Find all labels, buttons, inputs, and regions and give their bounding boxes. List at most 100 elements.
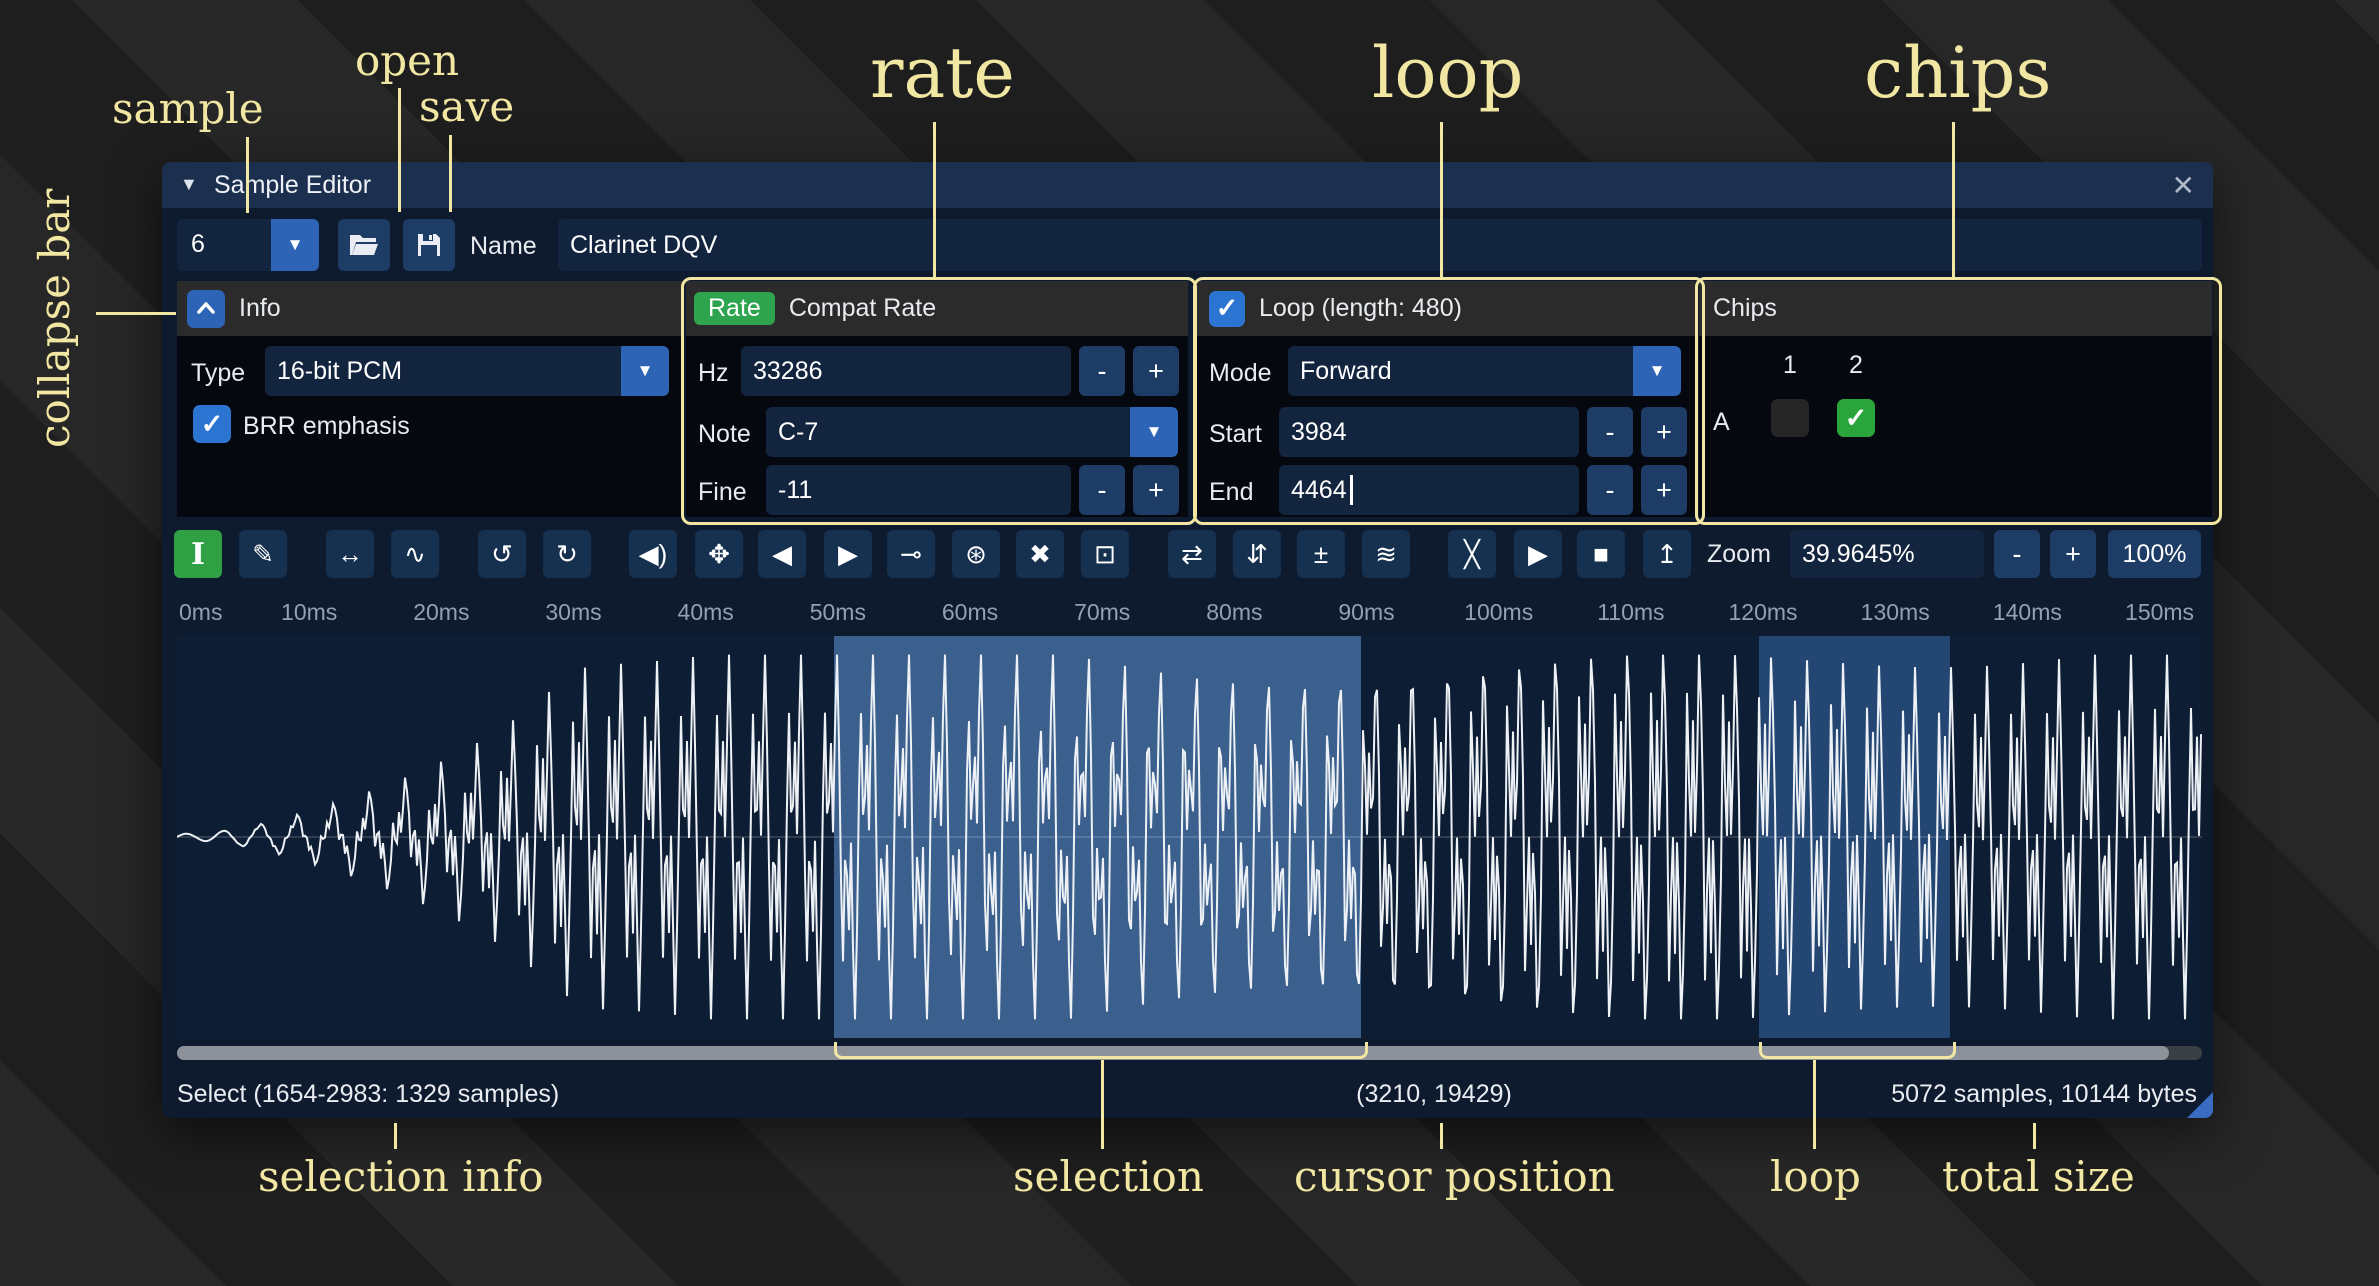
fine-decrement-button[interactable]: - bbox=[1079, 465, 1125, 515]
brr-emphasis-checkbox[interactable]: ✓ bbox=[193, 405, 231, 443]
loop-start-input[interactable]: 3984 bbox=[1279, 407, 1579, 457]
loop-end-increment-button[interactable]: + bbox=[1641, 465, 1687, 515]
time-label: 70ms bbox=[1074, 599, 1130, 626]
sample-name-input[interactable]: Clarinet DQV bbox=[558, 219, 2202, 271]
resize-icon[interactable]: ↔ bbox=[326, 530, 374, 578]
window-collapse-icon[interactable]: ▼ bbox=[180, 174, 198, 195]
trim-icon[interactable]: ⊡ bbox=[1081, 530, 1129, 578]
selection-info-text: Select (1654-2983: 1329 samples) bbox=[177, 1080, 559, 1109]
info-header-label: Info bbox=[239, 294, 281, 323]
fine-input[interactable]: -11 bbox=[766, 465, 1071, 515]
info-header-bar: Info bbox=[177, 281, 683, 336]
sample-type-select[interactable]: 16-bit PCM ▼ bbox=[265, 346, 669, 396]
make-wavetable-icon[interactable]: ↥ bbox=[1643, 530, 1691, 578]
undo-icon[interactable]: ↺ bbox=[478, 530, 526, 578]
time-label: 130ms bbox=[1861, 599, 1930, 626]
rate-panel: Rate Compat Rate Hz 33286 - + Note C-7 ▼… bbox=[686, 281, 1188, 517]
edit-select-icon[interactable]: I bbox=[174, 530, 222, 578]
loop-mode-select[interactable]: Forward ▼ bbox=[1288, 346, 1681, 396]
resize-grip[interactable] bbox=[2187, 1092, 2213, 1118]
edit-draw-icon[interactable]: ✎ bbox=[239, 530, 287, 578]
collapse-section-button[interactable] bbox=[187, 290, 225, 328]
loop-start-decrement-button[interactable]: - bbox=[1587, 407, 1633, 457]
zoom-reset-button[interactable]: 100% bbox=[2108, 530, 2201, 578]
stop-preview-icon[interactable]: ■ bbox=[1577, 530, 1625, 578]
waveform-display[interactable] bbox=[177, 636, 2202, 1038]
type-label: Type bbox=[191, 359, 245, 388]
time-label: 40ms bbox=[678, 599, 734, 626]
total-size-text: 5072 samples, 10144 bytes bbox=[1891, 1080, 2197, 1109]
delete-icon[interactable]: ✖ bbox=[1016, 530, 1064, 578]
type-value: 16-bit PCM bbox=[277, 357, 402, 386]
fine-value: -11 bbox=[778, 476, 812, 505]
statusbar: Select (1654-2983: 1329 samples) (3210, … bbox=[162, 1067, 2213, 1118]
toolbar: Zoom 39.9645% - + 100% I✎↔∿↺↻◀)✥◀▶⊸⊛✖⊡⇄⇵… bbox=[162, 530, 2213, 578]
chips-panel: Chips 1 2 A ✓ bbox=[1699, 281, 2212, 517]
note-select[interactable]: C-7 ▼ bbox=[766, 407, 1178, 457]
dropdown-arrow-icon[interactable]: ▼ bbox=[271, 219, 319, 271]
info-panel: Info Type 16-bit PCM ▼ ✓ BRR emphasis bbox=[177, 281, 683, 517]
fine-increment-button[interactable]: + bbox=[1133, 465, 1179, 515]
time-label: 10ms bbox=[281, 599, 337, 626]
fade-out-icon[interactable]: ▶ bbox=[824, 530, 872, 578]
chip-1-checkbox[interactable] bbox=[1771, 399, 1809, 437]
sign-invert-icon[interactable]: ± bbox=[1297, 530, 1345, 578]
save-button[interactable] bbox=[403, 219, 455, 271]
sample-number-select[interactable]: 6 ▼ bbox=[177, 219, 319, 271]
window-title: Sample Editor bbox=[214, 171, 371, 200]
redo-icon[interactable]: ↻ bbox=[543, 530, 591, 578]
zoom-input[interactable]: 39.9645% bbox=[1790, 530, 1984, 578]
annotation-line-total-size bbox=[2033, 1123, 2036, 1149]
hz-decrement-button[interactable]: - bbox=[1079, 346, 1125, 396]
loop-end-input[interactable]: 4464 bbox=[1279, 465, 1579, 515]
time-label: 90ms bbox=[1338, 599, 1394, 626]
dropdown-arrow-icon[interactable]: ▼ bbox=[1633, 346, 1681, 396]
insert-silence-icon[interactable]: ⊸ bbox=[887, 530, 935, 578]
annotation-chips: chips bbox=[1864, 32, 2051, 114]
time-label: 50ms bbox=[810, 599, 866, 626]
sample-number-value: 6 bbox=[191, 230, 205, 259]
annotation-line-selection-info bbox=[394, 1123, 397, 1149]
rate-header-label: Compat Rate bbox=[789, 294, 936, 323]
fade-in-icon[interactable]: ◀ bbox=[758, 530, 806, 578]
filter-icon[interactable]: ≋ bbox=[1362, 530, 1410, 578]
chips-header-bar: Chips bbox=[1699, 281, 2212, 336]
time-label: 150ms bbox=[2125, 599, 2194, 626]
apply-silence-icon[interactable]: ⊛ bbox=[952, 530, 1000, 578]
zoom-in-button[interactable]: + bbox=[2050, 530, 2096, 578]
zoom-out-button[interactable]: - bbox=[1994, 530, 2040, 578]
scrollbar-handle[interactable] bbox=[177, 1046, 2169, 1060]
hz-increment-button[interactable]: + bbox=[1133, 346, 1179, 396]
invert-icon[interactable]: ⇵ bbox=[1233, 530, 1281, 578]
hz-input[interactable]: 33286 bbox=[741, 346, 1071, 396]
save-floppy-icon bbox=[415, 231, 443, 259]
annotation-selection: selection bbox=[1013, 1152, 1204, 1201]
dropdown-arrow-icon[interactable]: ▼ bbox=[1130, 407, 1178, 457]
resample-icon[interactable]: ∿ bbox=[391, 530, 439, 578]
loop-mode-value: Forward bbox=[1300, 357, 1392, 386]
rate-badge[interactable]: Rate bbox=[694, 292, 775, 325]
time-label: 110ms bbox=[1597, 599, 1664, 626]
preview-icon[interactable]: ▶ bbox=[1514, 530, 1562, 578]
loop-end-decrement-button[interactable]: - bbox=[1587, 465, 1633, 515]
loop-header-bar: ✓ Loop (length: 480) bbox=[1197, 281, 1695, 336]
chips-header-label: Chips bbox=[1713, 294, 1777, 323]
name-label: Name bbox=[470, 232, 537, 261]
close-icon[interactable]: ✕ bbox=[2172, 169, 2195, 202]
annotation-selection-info: selection info bbox=[258, 1152, 544, 1201]
loop-start-increment-button[interactable]: + bbox=[1641, 407, 1687, 457]
amplify-icon[interactable]: ◀) bbox=[629, 530, 677, 578]
chip-2-checkbox[interactable]: ✓ bbox=[1837, 399, 1875, 437]
chevron-up-icon bbox=[194, 297, 218, 321]
open-button[interactable] bbox=[338, 219, 390, 271]
dropdown-arrow-icon[interactable]: ▼ bbox=[621, 346, 669, 396]
reverse-icon[interactable]: ⇄ bbox=[1168, 530, 1216, 578]
annotation-collapse-bar: collapse bar bbox=[30, 186, 79, 448]
normalize-icon[interactable]: ✥ bbox=[695, 530, 743, 578]
loop-enable-checkbox[interactable]: ✓ bbox=[1209, 291, 1245, 327]
loop-mode-label: Mode bbox=[1209, 359, 1272, 388]
horizontal-scrollbar[interactable] bbox=[177, 1046, 2202, 1060]
time-label: 100ms bbox=[1464, 599, 1533, 626]
annotation-sample: sample bbox=[112, 84, 264, 133]
crossfade-loop-icon[interactable]: ╳ bbox=[1448, 530, 1496, 578]
